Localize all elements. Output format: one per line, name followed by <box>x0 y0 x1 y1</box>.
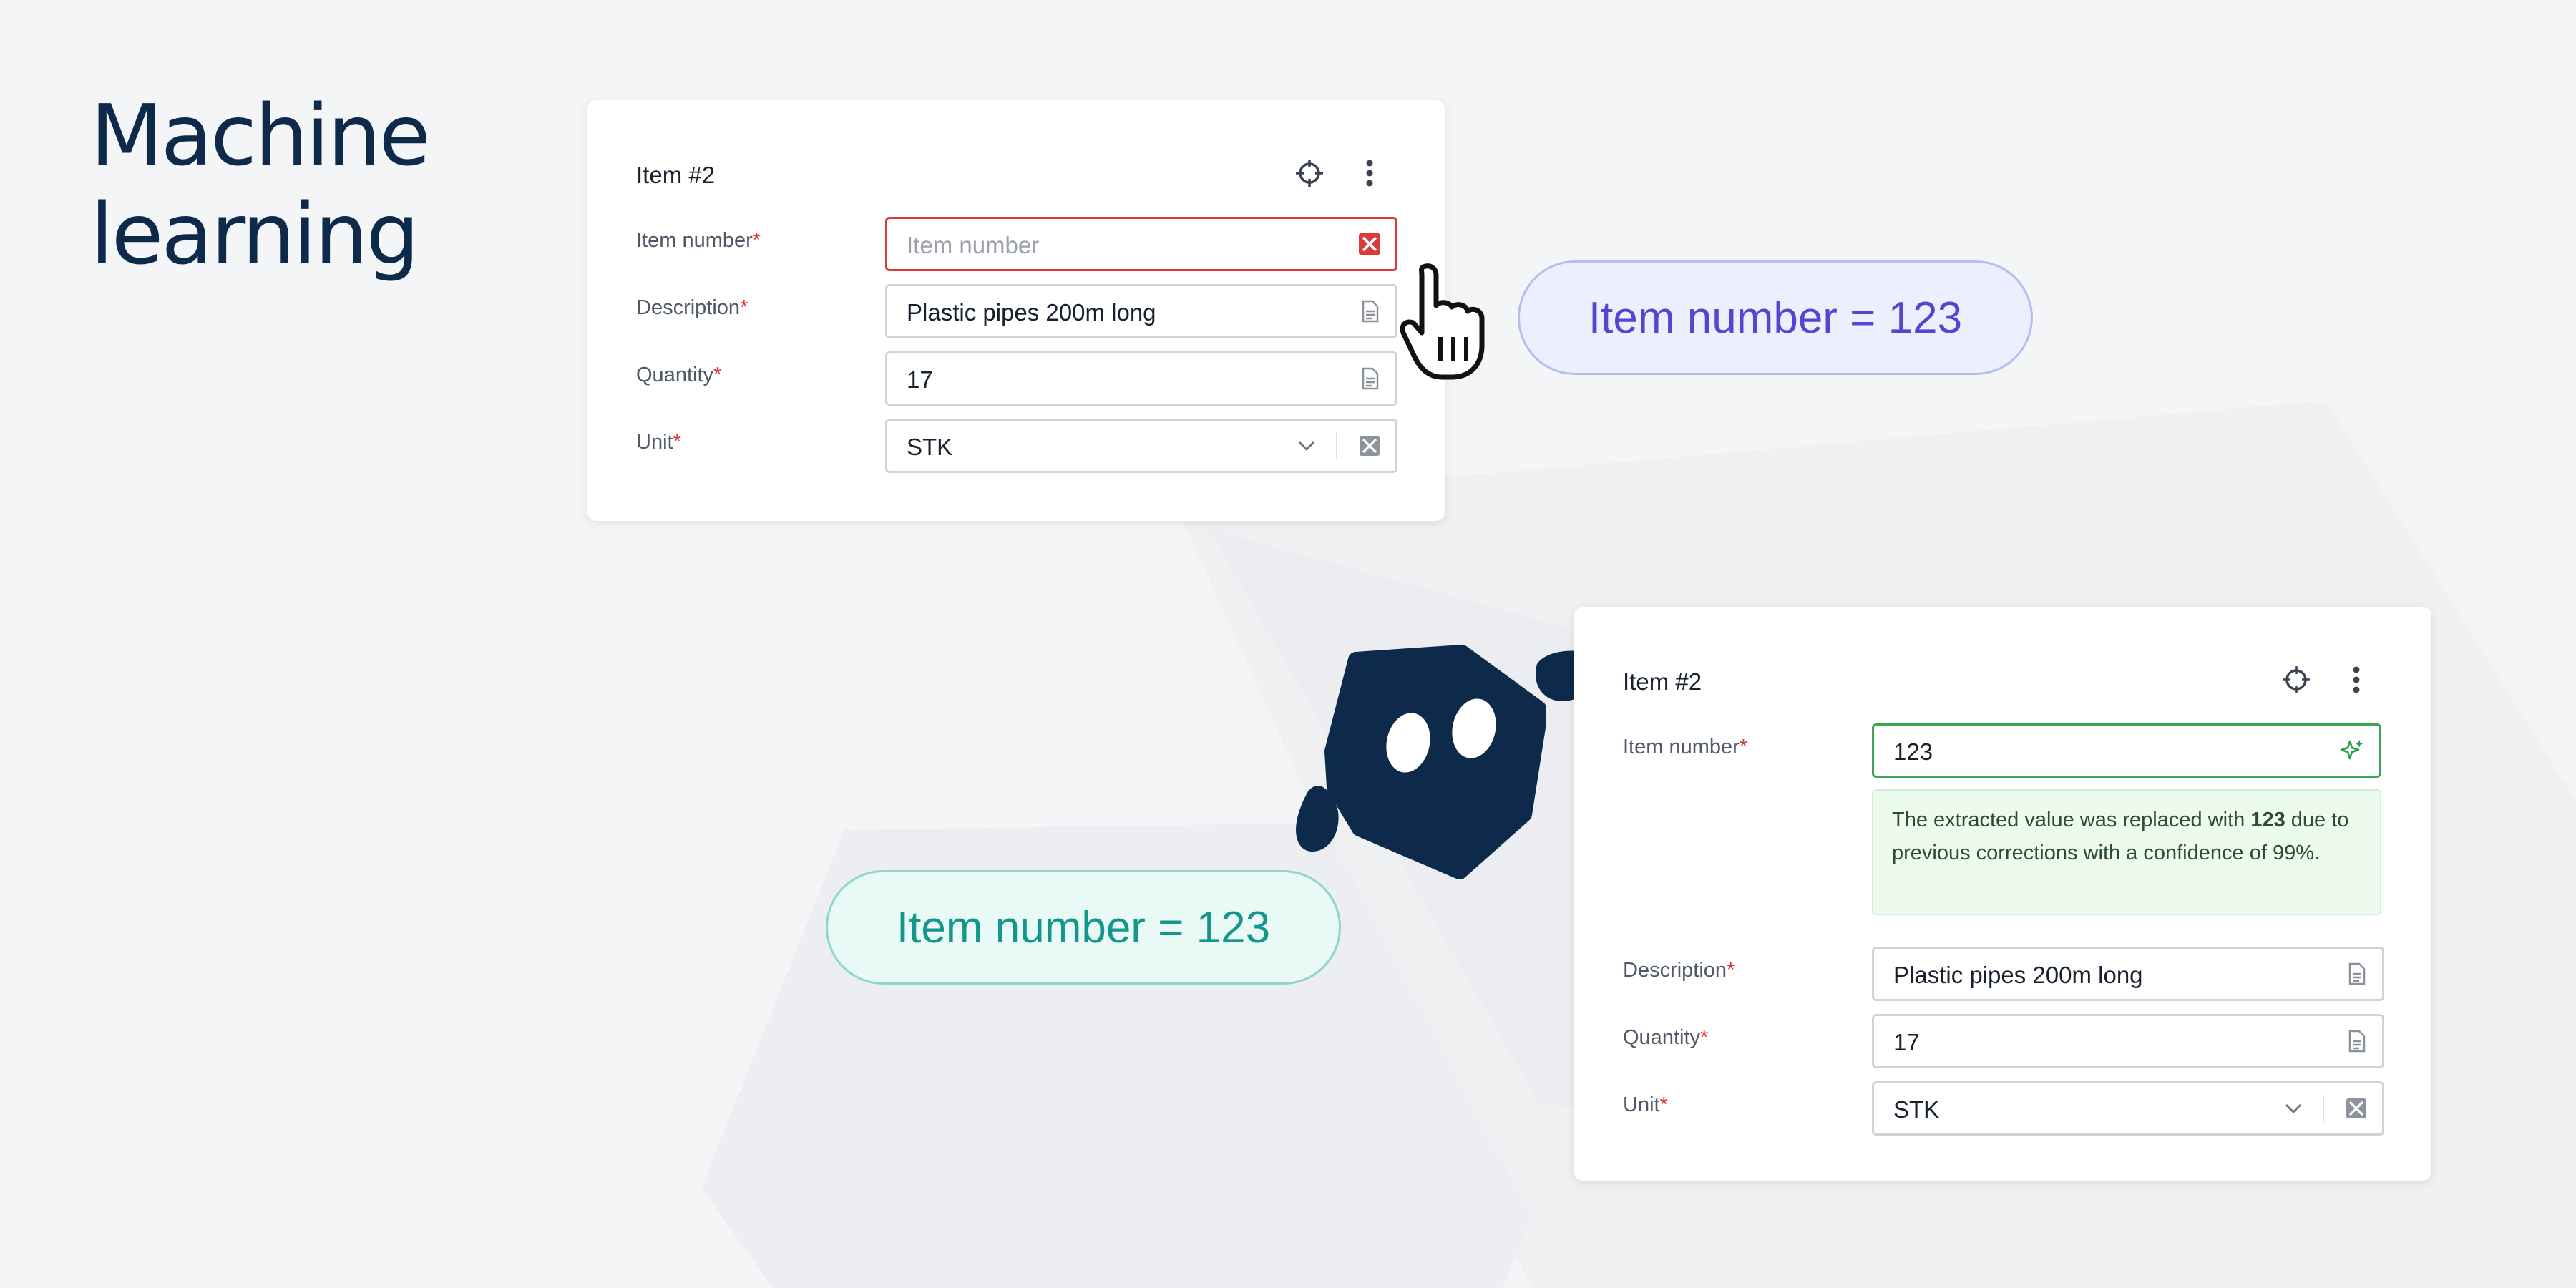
sparkle-icon <box>2339 738 2365 763</box>
headline-line-2: learning <box>90 185 419 283</box>
description-value: Plastic pipes 200m long <box>1893 962 2143 988</box>
headline-line-1: Machine <box>90 86 431 185</box>
description-value: Plastic pipes 200m long <box>907 299 1156 326</box>
item-number-input[interactable]: 123 <box>1872 723 2381 778</box>
replaced-value: 123 <box>2250 809 2285 831</box>
document-icon <box>1357 298 1382 324</box>
clear-box-icon[interactable] <box>1357 433 1382 459</box>
card-title: Item #2 <box>1623 668 1702 695</box>
item-number-placeholder: Item number <box>907 232 1040 258</box>
chevron-down-icon[interactable] <box>2280 1096 2306 1121</box>
item-number-value: 123 <box>1893 738 1933 765</box>
item-number-input[interactable]: Item number <box>885 217 1397 271</box>
description-label: Description* <box>636 296 748 319</box>
more-options-icon[interactable] <box>1354 157 1385 189</box>
clear-box-icon[interactable] <box>2343 1096 2369 1121</box>
quantity-value: 17 <box>907 366 933 393</box>
chevron-down-icon[interactable] <box>1294 433 1319 459</box>
hand-pointer-icon <box>1400 263 1485 380</box>
card-title: Item #2 <box>636 162 716 188</box>
description-input[interactable]: Plastic pipes 200m long <box>885 284 1397 338</box>
quantity-value: 17 <box>1893 1029 1920 1055</box>
quantity-label: Quantity* <box>636 364 722 386</box>
item-number-label: Item number* <box>1623 736 1748 758</box>
item-card-after: Item #2 Item number* 123 The extracted v… <box>1574 607 2431 1181</box>
robot-mascot-icon <box>1296 645 1601 879</box>
unit-label: Unit* <box>1623 1093 1668 1116</box>
crosshair-icon[interactable] <box>2280 664 2312 696</box>
more-options-icon[interactable] <box>2341 664 2372 696</box>
user-correction-pill: Item number = 123 <box>1518 260 2033 375</box>
document-icon <box>2343 961 2369 987</box>
item-number-label: Item number* <box>636 229 761 252</box>
unit-value: STK <box>1893 1096 1940 1123</box>
document-icon <box>2343 1028 2369 1054</box>
unit-select[interactable]: STK <box>885 419 1397 473</box>
divider <box>2323 1095 2324 1122</box>
document-icon <box>1357 366 1382 391</box>
quantity-input[interactable]: 17 <box>1872 1014 2384 1068</box>
quantity-input[interactable]: 17 <box>885 351 1397 406</box>
crosshair-icon[interactable] <box>1294 157 1325 189</box>
quantity-label: Quantity* <box>1623 1026 1709 1049</box>
page-headline: Machine learning <box>90 86 431 283</box>
replacement-info-box: The extracted value was replaced with 12… <box>1872 789 2381 915</box>
model-prediction-pill: Item number = 123 <box>826 870 1341 985</box>
description-label: Description* <box>1623 959 1735 982</box>
unit-label: Unit* <box>636 431 681 454</box>
item-card-before: Item #2 Item number* Item number Descrip… <box>587 100 1445 521</box>
error-x-icon <box>1357 231 1382 257</box>
unit-select[interactable]: STK <box>1872 1081 2384 1136</box>
divider <box>1336 432 1337 459</box>
unit-value: STK <box>907 434 953 460</box>
description-input[interactable]: Plastic pipes 200m long <box>1872 947 2384 1001</box>
